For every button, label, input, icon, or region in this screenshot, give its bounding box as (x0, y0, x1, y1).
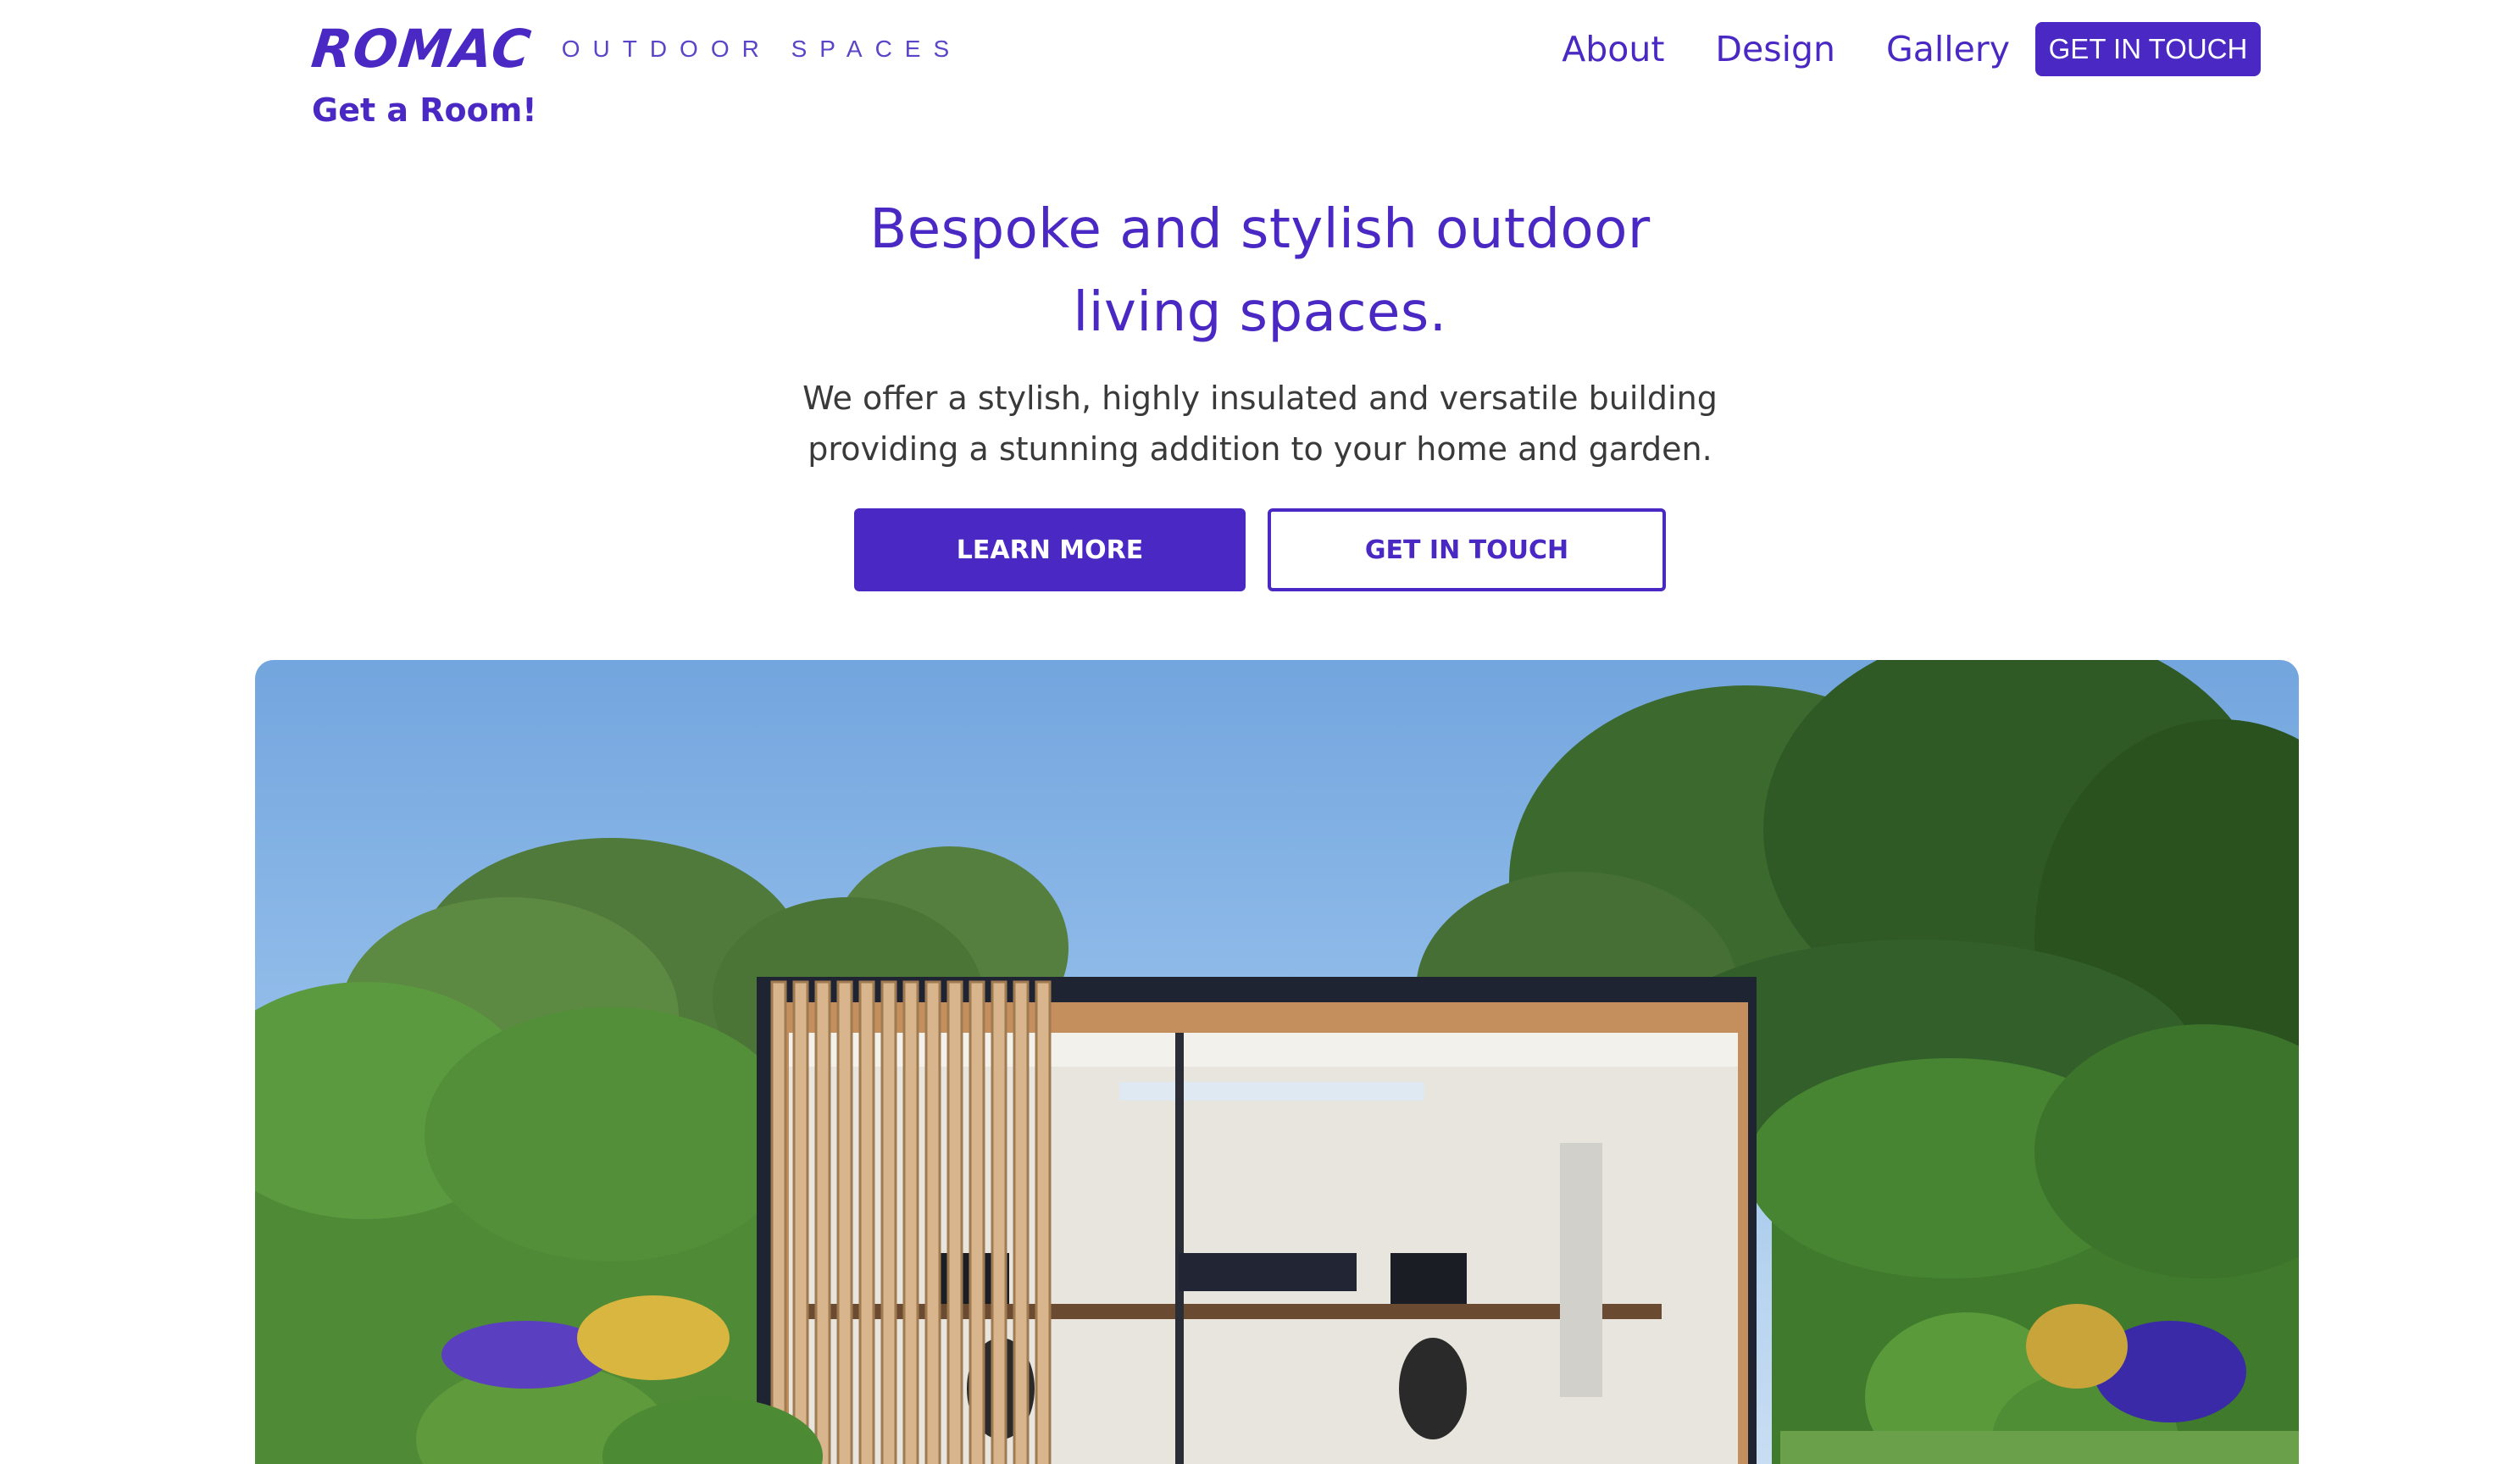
tagline: Get a Room! (312, 92, 537, 129)
nav-about-link[interactable]: About (1562, 22, 1664, 76)
nav-get-in-touch-button[interactable]: GET IN TOUCH (2035, 22, 2261, 76)
learn-more-button[interactable]: LEARN MORE (854, 508, 1246, 591)
hero-image (255, 660, 2299, 1464)
brand[interactable]: ROMAC OUTDOOR SPACES Get a Room! (308, 18, 963, 129)
logo-subtitle: OUTDOOR SPACES (561, 36, 963, 62)
hero-buttons: LEARN MORE GET IN TOUCH (0, 508, 2520, 591)
nav-design-link[interactable]: Design (1715, 22, 1835, 76)
hero-description-line-1: We offer a stylish, highly insulated and… (802, 380, 1718, 417)
logo[interactable]: ROMAC (308, 18, 534, 80)
hero-section: Bespoke and stylish outdoor living space… (0, 188, 2520, 591)
hero-description: We offer a stylish, highly insulated and… (0, 373, 2520, 474)
hero-title-line-1: Bespoke and stylish outdoor (869, 198, 1651, 261)
main-nav: About Design Gallery GET IN TOUCH (1562, 22, 2261, 76)
hero-title-line-2: living spaces. (1073, 281, 1447, 344)
logo-row: ROMAC OUTDOOR SPACES (308, 18, 963, 80)
get-in-touch-button[interactable]: GET IN TOUCH (1268, 508, 1666, 591)
garden-office-illustration (255, 660, 2299, 1464)
nav-gallery-link[interactable]: Gallery (1886, 22, 2010, 76)
hero-description-line-2: providing a stunning addition to your ho… (808, 430, 1712, 468)
hero-title: Bespoke and stylish outdoor living space… (0, 188, 2520, 354)
